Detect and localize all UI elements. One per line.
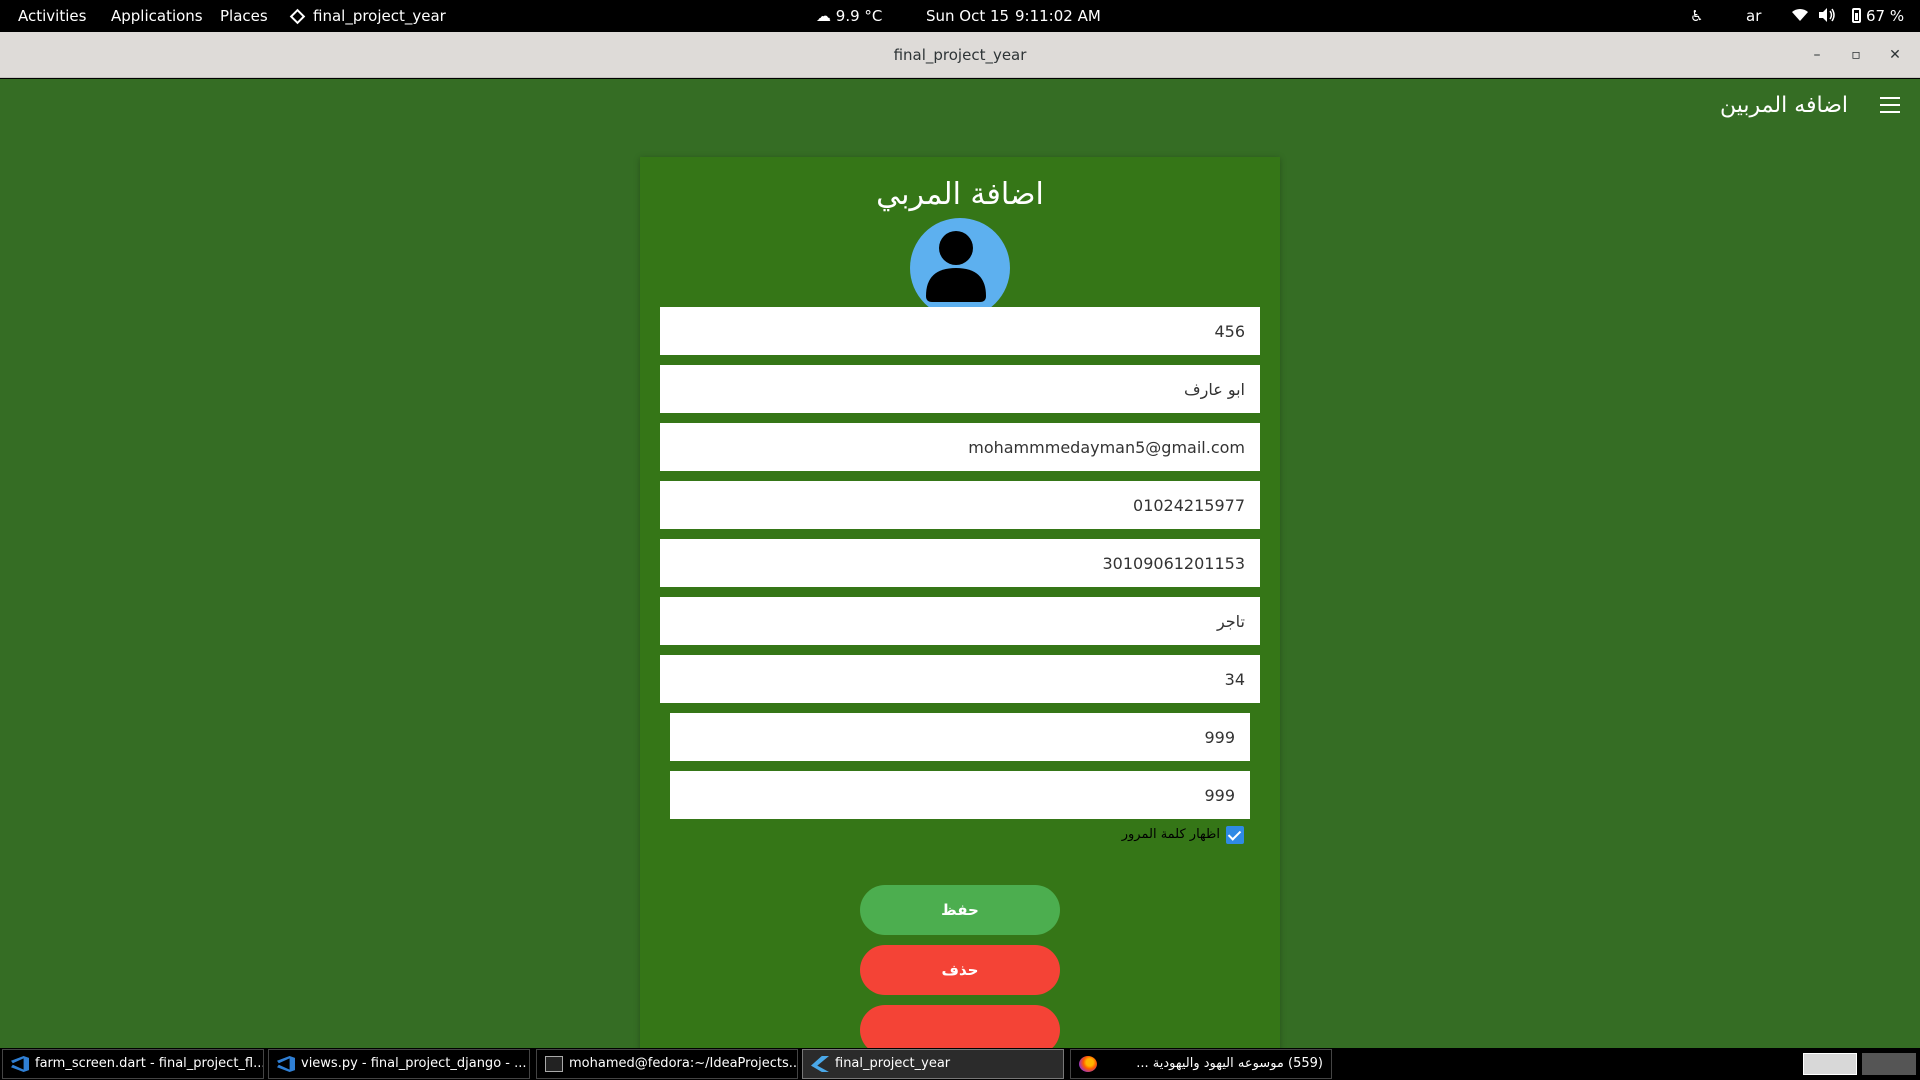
flutter-app-icon [289, 8, 306, 25]
phone-field[interactable] [660, 481, 1260, 529]
firefox-icon [1079, 1056, 1097, 1072]
form-title: اضافة المربي [876, 177, 1044, 212]
workspace-1[interactable] [1803, 1053, 1857, 1075]
email-field[interactable] [660, 423, 1260, 471]
clock-time[interactable]: 9:11:02 AM [1015, 0, 1101, 32]
applications-menu[interactable]: Applications [111, 0, 203, 32]
window-title: final_project_year [893, 46, 1027, 64]
vscode-icon [277, 1056, 295, 1072]
taskbar-item-active[interactable]: final_project_year [802, 1049, 1064, 1079]
taskbar-item-label: final_project_year [835, 1056, 951, 1071]
cloud-icon: ☁ [816, 7, 831, 25]
app-content: اضافه المربين اضافة المربي اظهار كلمة ال… [0, 79, 1920, 1048]
confirm-password-field[interactable] [670, 771, 1250, 819]
close-button[interactable]: ✕ [1881, 41, 1909, 69]
extra-button[interactable] [860, 1005, 1060, 1048]
volume-icon[interactable] [1818, 0, 1836, 32]
age-field[interactable] [660, 655, 1260, 703]
wifi-icon[interactable] [1791, 0, 1809, 32]
flutter-icon [811, 1056, 829, 1072]
workspace-2[interactable] [1862, 1053, 1916, 1075]
hamburger-menu-icon[interactable] [1880, 97, 1900, 115]
delete-button[interactable]: حذف [860, 945, 1060, 995]
job-field[interactable] [660, 597, 1260, 645]
phone-input[interactable] [660, 481, 1260, 529]
window-list-taskbar: farm_screen.dart - final_project_fl... v… [0, 1048, 1920, 1080]
taskbar-item[interactable]: farm_screen.dart - final_project_fl... [2, 1049, 264, 1079]
person-icon [926, 231, 986, 302]
appbar-title: اضافه المربين [1720, 93, 1848, 118]
taskbar-item[interactable]: (559) موسوعه اليهود واليهودية ... [1070, 1049, 1332, 1079]
system-top-bar: Activities Applications Places final_pro… [0, 0, 1920, 32]
national-id-field[interactable] [660, 539, 1260, 587]
taskbar-item-label: views.py - final_project_django - ... [301, 1056, 527, 1071]
breeder-code-field[interactable] [660, 307, 1260, 355]
minimize-button[interactable]: – [1803, 41, 1831, 69]
breeder-code-input[interactable] [660, 307, 1260, 355]
age-input[interactable] [660, 655, 1260, 703]
password-field[interactable] [670, 713, 1250, 761]
battery-icon [1852, 8, 1861, 23]
battery-indicator[interactable]: 67 % [1852, 0, 1904, 32]
window-titlebar[interactable]: final_project_year – ▫ ✕ [0, 32, 1920, 78]
clock-date[interactable]: Sun Oct 15 [926, 0, 1009, 32]
breeder-name-input[interactable] [660, 365, 1260, 413]
job-input[interactable] [660, 597, 1260, 645]
checkbox-checked-icon[interactable] [1226, 825, 1244, 844]
national-id-input[interactable] [660, 539, 1260, 587]
terminal-icon [545, 1056, 563, 1072]
places-menu[interactable]: Places [220, 0, 268, 32]
password-input[interactable] [670, 713, 1250, 761]
confirm-password-input[interactable] [670, 771, 1250, 819]
taskbar-item[interactable]: mohamed@fedora:~/IdeaProjects... [536, 1049, 798, 1079]
input-language[interactable]: ar [1746, 0, 1761, 32]
focused-app-name: final_project_year [313, 7, 446, 25]
breeder-name-field[interactable] [660, 365, 1260, 413]
weather-temp: 9.9 °C [835, 7, 883, 25]
weather-indicator[interactable]: ☁ 9.9 °C [816, 0, 882, 32]
taskbar-item-label: mohamed@fedora:~/IdeaProjects... [569, 1056, 798, 1071]
taskbar-item-label: farm_screen.dart - final_project_fl... [35, 1056, 264, 1071]
focused-app-menu[interactable]: final_project_year [289, 0, 446, 32]
avatar[interactable] [910, 218, 1010, 318]
activities-button[interactable]: Activities [18, 0, 86, 32]
taskbar-item-label: (559) موسوعه اليهود واليهودية ... [1136, 1056, 1323, 1071]
email-input[interactable] [660, 423, 1260, 471]
add-breeder-card: اضافة المربي اظهار كلمة المرور حفظ حذف [640, 157, 1280, 1048]
show-password-toggle[interactable]: اظهار كلمة المرور [1122, 825, 1244, 845]
accessibility-icon[interactable]: ♿ [1690, 0, 1703, 32]
taskbar-item[interactable]: views.py - final_project_django - ... [268, 1049, 530, 1079]
show-password-label: اظهار كلمة المرور [1121, 827, 1220, 842]
vscode-icon [11, 1056, 29, 1072]
battery-percent: 67 % [1866, 7, 1905, 25]
save-button[interactable]: حفظ [860, 885, 1060, 935]
maximize-button[interactable]: ▫ [1842, 41, 1870, 69]
